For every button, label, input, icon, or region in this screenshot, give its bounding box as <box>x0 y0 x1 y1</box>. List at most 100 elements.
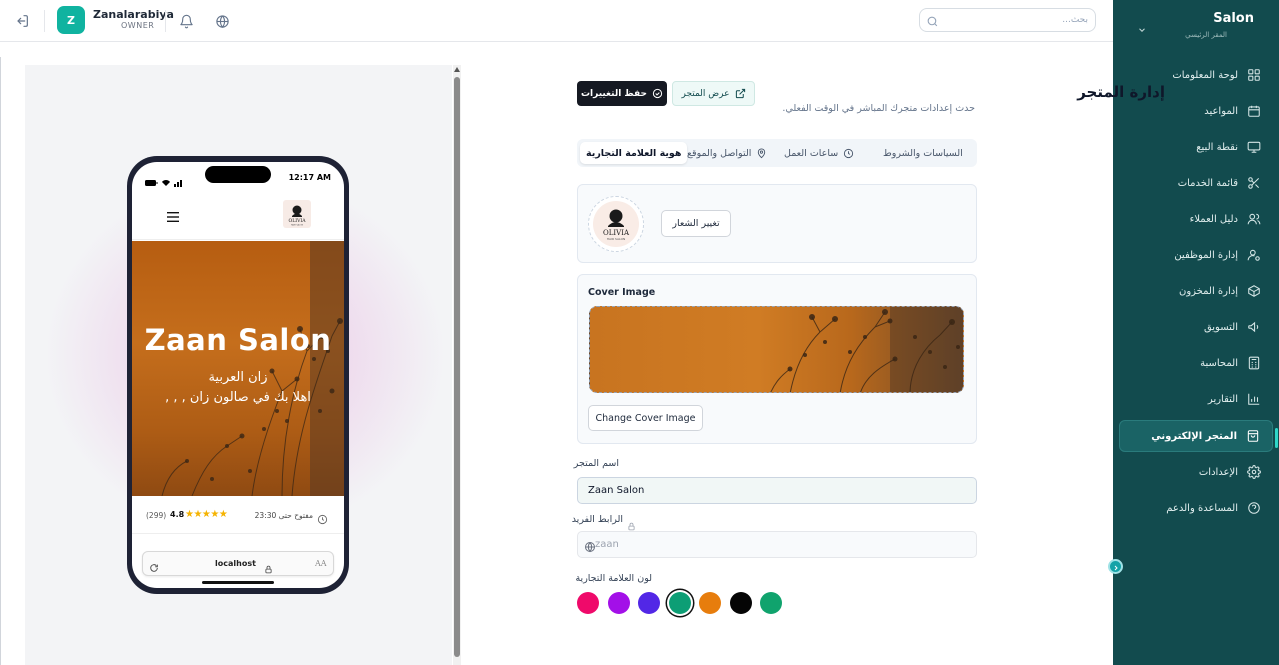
chevron-down-icon[interactable] <box>1137 20 1147 32</box>
rating-value: 4.8 <box>170 510 185 519</box>
browser-url-bar[interactable]: localhost AA <box>142 551 334 576</box>
url-text: localhost <box>215 559 256 568</box>
sidebar-item-staff[interactable]: إدارة الموظفين <box>1119 239 1273 271</box>
bell-icon[interactable] <box>176 11 196 31</box>
sidebar-item-label: الإعدادات <box>1198 466 1238 478</box>
sidebar-item-online-store[interactable]: المتجر الإلكتروني <box>1119 420 1273 452</box>
cover-image-preview[interactable] <box>589 306 964 393</box>
sidebar-item-help[interactable]: المساعدة والدعم <box>1119 492 1273 524</box>
change-cover-button[interactable]: Change Cover Image <box>588 405 703 431</box>
collapse-sidebar-button[interactable] <box>1108 559 1123 574</box>
store-logo-text: OLIVIA <box>288 218 306 224</box>
star-rating-icon: ★★★★★ <box>185 509 228 520</box>
store-name-label: اسم المتجر <box>573 458 619 469</box>
slug-input[interactable]: zaan <box>577 531 977 558</box>
save-changes-button[interactable]: حفظ التغييرات <box>577 81 667 106</box>
globe-icon <box>584 538 596 553</box>
store-info-row: مفتوح حتى 23:30 ★★★★★ 4.8 (299) <box>132 496 344 534</box>
color-swatch[interactable] <box>638 592 660 614</box>
text-size-button[interactable]: AA <box>315 559 327 568</box>
lock-icon <box>264 559 273 574</box>
tab-label: هوية العلامة التجارية <box>586 147 682 159</box>
clock-icon <box>317 510 328 525</box>
logo-sub: HAIR SALON <box>607 237 625 241</box>
scroll-up-icon[interactable] <box>454 67 460 72</box>
tab-label: السياسات والشروط <box>883 147 963 159</box>
scrollbar-thumb[interactable] <box>454 77 460 657</box>
view-store-button[interactable]: عرض المتجر <box>672 81 755 106</box>
change-logo-button[interactable]: تغيير الشعار <box>661 210 731 237</box>
sidebar-item-inventory[interactable]: إدارة المخزون <box>1119 275 1273 307</box>
sidebar-item-label: التقارير <box>1207 393 1238 405</box>
logo-text: OLIVIA <box>603 229 630 237</box>
phone-mockup: 12:17 AM OLIVIA HAIR SALON Zaan Salon زا… <box>127 156 349 594</box>
divider <box>44 10 45 32</box>
search-input[interactable] <box>948 12 1088 28</box>
status-icons <box>145 173 187 187</box>
logout-icon[interactable] <box>12 11 32 31</box>
save-button-label: حفظ التغييرات <box>580 88 648 99</box>
sidebar-item-services[interactable]: قائمة الخدمات <box>1119 167 1273 199</box>
chevron-right-icon <box>1112 557 1120 576</box>
globe-icon[interactable] <box>212 11 232 31</box>
sidebar-item-reports[interactable]: التقارير <box>1119 383 1273 415</box>
color-swatch[interactable] <box>760 592 782 614</box>
tab-brand-identity[interactable]: هوية العلامة التجارية <box>580 142 688 164</box>
sidebar-item-pos[interactable]: نقطة البيع <box>1119 131 1273 163</box>
color-swatch[interactable] <box>668 592 691 614</box>
calendar-icon <box>1247 104 1261 118</box>
brand-title: Salon <box>1213 11 1254 26</box>
page-title: إدارة المتجر <box>1077 83 1165 101</box>
tab-label: التواصل والموقع <box>687 147 752 159</box>
tab-policies[interactable]: السياسات والشروط <box>877 142 969 164</box>
store-name-input[interactable]: Zaan Salon <box>577 477 977 504</box>
sidebar-item-marketing[interactable]: التسويق <box>1119 311 1273 343</box>
scissors-icon <box>1247 176 1261 190</box>
color-swatch[interactable] <box>729 592 752 614</box>
preview-scrollbar[interactable] <box>453 65 461 665</box>
calculator-icon <box>1247 356 1261 370</box>
sidebar-item-clients[interactable]: دليل العملاء <box>1119 203 1273 235</box>
view-store-label: عرض المتجر <box>681 88 730 99</box>
branch-name: المقر الرئيسي <box>1185 31 1227 39</box>
opening-hours: مفتوح حتى 23:30 <box>254 511 313 520</box>
sidebar-item-label: المواعيد <box>1204 105 1238 117</box>
divider <box>165 10 166 32</box>
search-box[interactable] <box>919 8 1096 32</box>
tab-label: ساعات العمل <box>784 147 839 159</box>
dashboard-icon <box>1247 68 1261 82</box>
sidebar-item-label: قائمة الخدمات <box>1177 177 1238 189</box>
logo-preview[interactable]: OLIVIA HAIR SALON <box>588 196 644 252</box>
sidebar-item-label: دليل العملاء <box>1189 213 1238 225</box>
sidebar-item-label: المتجر الإلكتروني <box>1151 430 1237 442</box>
store-preview-panel: 12:17 AM OLIVIA HAIR SALON Zaan Salon زا… <box>25 65 452 665</box>
map-pin-icon <box>756 148 767 159</box>
plants-illustration <box>161 241 344 496</box>
store-logo[interactable]: OLIVIA HAIR SALON <box>283 200 311 228</box>
sidebar-item-label: لوحة المعلومات <box>1172 69 1238 81</box>
sidebar-item-label: التسويق <box>1203 321 1238 333</box>
tab-contact-location[interactable]: التواصل والموقع <box>681 142 773 164</box>
color-swatch[interactable] <box>607 592 630 614</box>
home-indicator <box>202 581 274 584</box>
rating-count: (299) <box>146 511 167 520</box>
slug-label: الرابط الفريد <box>571 514 623 525</box>
sidebar-item-accounting[interactable]: المحاسبة <box>1119 347 1273 379</box>
users-icon <box>1247 212 1261 226</box>
search-icon <box>926 13 940 27</box>
tab-working-hours[interactable]: ساعات العمل <box>778 142 860 164</box>
lock-icon <box>627 516 636 531</box>
color-swatch[interactable] <box>699 592 721 614</box>
sidebar-item-settings[interactable]: الإعدادات <box>1119 456 1273 488</box>
store-tagline: زان العربية <box>208 370 268 385</box>
sidebar-scroll-indicator <box>1275 428 1278 448</box>
avatar[interactable]: Z <box>57 6 85 34</box>
sidebar-item-label: إدارة المخزون <box>1178 285 1238 297</box>
gear-icon <box>1247 465 1261 479</box>
cover-image-label: Cover Image <box>588 287 656 298</box>
reload-icon[interactable] <box>149 558 161 572</box>
menu-icon[interactable] <box>166 208 180 222</box>
settings-tabs: هوية العلامة التجارية التواصل والموقع سا… <box>577 139 977 167</box>
user-settings-icon <box>1247 248 1261 262</box>
color-swatch[interactable] <box>577 592 599 614</box>
